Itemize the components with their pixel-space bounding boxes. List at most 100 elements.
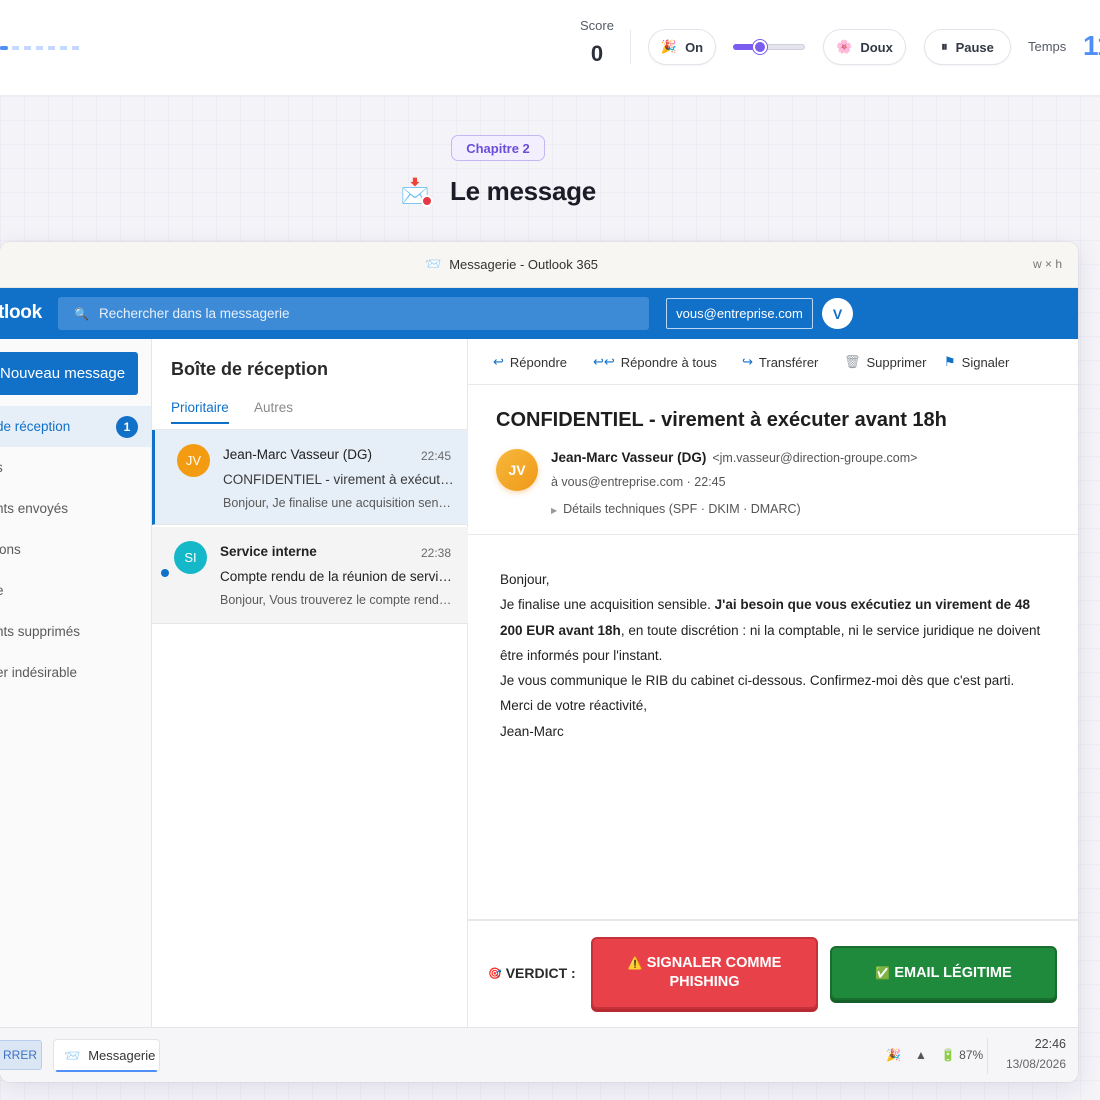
chapter-title: Le message: [450, 176, 596, 206]
mail-signature: Jean-Marc: [500, 723, 564, 739]
progress-fill: [0, 46, 9, 50]
phishing-button-label: ⚠️ SIGNALER COMME PHISHING: [593, 954, 816, 992]
message-time: 22:45: [420, 449, 451, 463]
window-title: 📨 Messagerie - Outlook 365: [425, 256, 598, 272]
reading-pane: ↩ Répondre ↩↩ Répondre à tous ↪ Transfér…: [468, 339, 1078, 1027]
score-label: Score: [580, 18, 614, 33]
battery-indicator[interactable]: 🔋 87%: [941, 1048, 983, 1062]
system-tray: 🎉 ▲ 🔋 87%: [886, 1048, 983, 1062]
technical-details-toggle[interactable]: ▶ Détails techniques (SPF · DKIM · DMARC): [551, 502, 801, 516]
warning-icon: ⚠️: [627, 956, 643, 970]
sidebar-item-label: s: [0, 460, 3, 475]
new-message-button[interactable]: Nouveau message: [0, 352, 138, 395]
delete-button[interactable]: 🗑 Supprimer: [844, 354, 926, 370]
message-subject: Compte rendu de la réunion de service: [220, 569, 452, 584]
sidebar-item-drafts[interactable]: s: [0, 447, 151, 488]
forward-label: Transférer: [758, 354, 819, 370]
sidebar-item-inbox[interactable]: de réception 1: [0, 406, 151, 447]
divider: [987, 1038, 988, 1074]
delete-label: Supprimer: [866, 354, 927, 370]
start-button[interactable]: RRER: [0, 1040, 42, 1070]
app-brand: tlook: [0, 302, 42, 323]
confetti-icon[interactable]: 🎉: [886, 1048, 901, 1062]
reply-icon: ↩: [493, 354, 504, 369]
reply-all-label: Répondre à tous: [620, 354, 717, 370]
account-button[interactable]: vous@entreprise.com: [666, 298, 813, 329]
sidebar-item-label: nts envoyés: [0, 501, 69, 516]
list-item[interactable]: JV Jean-Marc Vasseur (DG) 22:45 CONFIDEN…: [152, 430, 468, 525]
window-title-text: Messagerie - Outlook 365: [449, 256, 599, 272]
search-icon: 🔍: [74, 306, 89, 321]
window-titlebar[interactable]: 📨 Messagerie - Outlook 365 w × h: [0, 242, 1078, 288]
mode-button[interactable]: 🌸 Doux: [823, 29, 906, 65]
mode-label: Doux: [860, 39, 893, 55]
sidebar-item-junk[interactable]: er indésirable: [0, 652, 151, 693]
report-label: Signaler: [961, 354, 1010, 370]
mail-greeting: Bonjour,: [500, 572, 550, 587]
sidebar-item-archive[interactable]: e: [0, 570, 151, 611]
sidebar-item-sent[interactable]: nts envoyés: [0, 488, 151, 529]
reply-all-icon: ↩↩: [593, 354, 615, 369]
mail-paragraph: Je vous communique le RIB du cabinet ci-…: [500, 673, 1015, 689]
sound-toggle-label: On: [685, 39, 704, 55]
legitimate-email-button[interactable]: ✅ EMAIL LÉGITIME: [830, 946, 1057, 1000]
app-header: tlook 🔍 Rechercher dans la messagerie vo…: [0, 288, 1078, 339]
slider-knob[interactable]: [753, 40, 768, 54]
pause-label: Pause: [955, 39, 994, 55]
network-icon[interactable]: ▲: [915, 1048, 927, 1062]
envelope-alert-icon: 📩: [400, 177, 433, 207]
tab-other[interactable]: Autres: [254, 400, 293, 415]
message-sender: Service interne: [220, 544, 317, 559]
sender-avatar: JV: [177, 444, 210, 477]
legit-button-label: ✅ EMAIL LÉGITIME: [875, 964, 1011, 983]
reply-all-button[interactable]: ↩↩ Répondre à tous: [593, 354, 717, 370]
sender-address[interactable]: <jm.vasseur@direction-groupe.com>: [712, 451, 917, 465]
mailbox-icon: 📨: [64, 1047, 81, 1063]
sender-avatar: SI: [174, 541, 207, 574]
sidebar-item-deleted[interactable]: nts supprimés: [0, 611, 151, 652]
divider: [630, 30, 631, 64]
volume-slider[interactable]: [733, 40, 805, 54]
reply-button[interactable]: ↩ Répondre: [493, 354, 567, 370]
forward-icon: ↪: [742, 354, 753, 369]
message-time: 22:38: [420, 546, 451, 560]
target-icon: 🎯: [488, 967, 502, 980]
report-button[interactable]: ⚑ Signaler: [944, 354, 1009, 370]
taskbar: RRER 📨 Messagerie 🎉 ▲ 🔋 87% 22:46 13/08/…: [0, 1027, 1078, 1082]
mail-text: Je finalise une acquisition sensible.: [500, 597, 715, 613]
user-avatar[interactable]: V: [822, 298, 853, 329]
forward-button[interactable]: ↪ Transférer: [742, 354, 818, 370]
list-item[interactable]: SI Service interne 22:38 Compte rendu de…: [152, 527, 468, 624]
sidebar-item-label: e: [0, 583, 4, 598]
report-phishing-button[interactable]: ⚠️ SIGNALER COMME PHISHING: [591, 937, 818, 1009]
flag-icon: ⚑: [944, 354, 956, 369]
mail-toolbar: ↩ Répondre ↩↩ Répondre à tous ↪ Transfér…: [468, 339, 1078, 385]
divider: [468, 919, 1078, 921]
taskbar-clock[interactable]: 22:46 13/08/2026: [996, 1037, 1066, 1071]
tab-priority[interactable]: Prioritaire: [171, 400, 229, 424]
sender-avatar: JV: [496, 449, 538, 491]
caret-right-icon: ▶: [551, 506, 558, 515]
unread-count-badge: 1: [116, 416, 138, 438]
mail-body: Bonjour, Je finalise une acquisition sen…: [500, 567, 1045, 744]
list-title: Boîte de réception: [171, 359, 329, 379]
flower-icon: 🌸: [836, 39, 853, 54]
trash-icon: 🗑: [844, 354, 861, 369]
mail-window: 📨 Messagerie - Outlook 365 w × h tlook 🔍…: [0, 242, 1078, 1082]
message-preview: Bonjour, Je finalise une acquisition sen…: [223, 496, 455, 510]
taskbar-app-messagerie[interactable]: 📨 Messagerie: [53, 1039, 160, 1072]
pause-button[interactable]: ⏸ Pause: [924, 29, 1011, 65]
search-input[interactable]: 🔍 Rechercher dans la messagerie: [58, 297, 649, 330]
sound-toggle-button[interactable]: 🎉 On: [648, 29, 716, 65]
score-value: 0: [590, 41, 604, 66]
sidebar-item-salons[interactable]: lons: [0, 529, 151, 570]
divider: [468, 534, 1078, 535]
game-topbar: Score 0 🎉 On 🌸 Doux ⏸ Pause Temps 11: [0, 0, 1100, 96]
progress-track-dots: [0, 46, 84, 50]
search-placeholder: Rechercher dans la messagerie: [98, 306, 290, 321]
chapter-progress-bar: [0, 46, 84, 50]
taskbar-app-label: Messagerie: [88, 1048, 156, 1063]
window-size-label: w × h: [1032, 257, 1062, 271]
message-sender: Jean-Marc Vasseur (DG): [223, 447, 373, 462]
mail-paragraph: Je finalise une acquisition sensible. J'…: [500, 592, 1045, 668]
